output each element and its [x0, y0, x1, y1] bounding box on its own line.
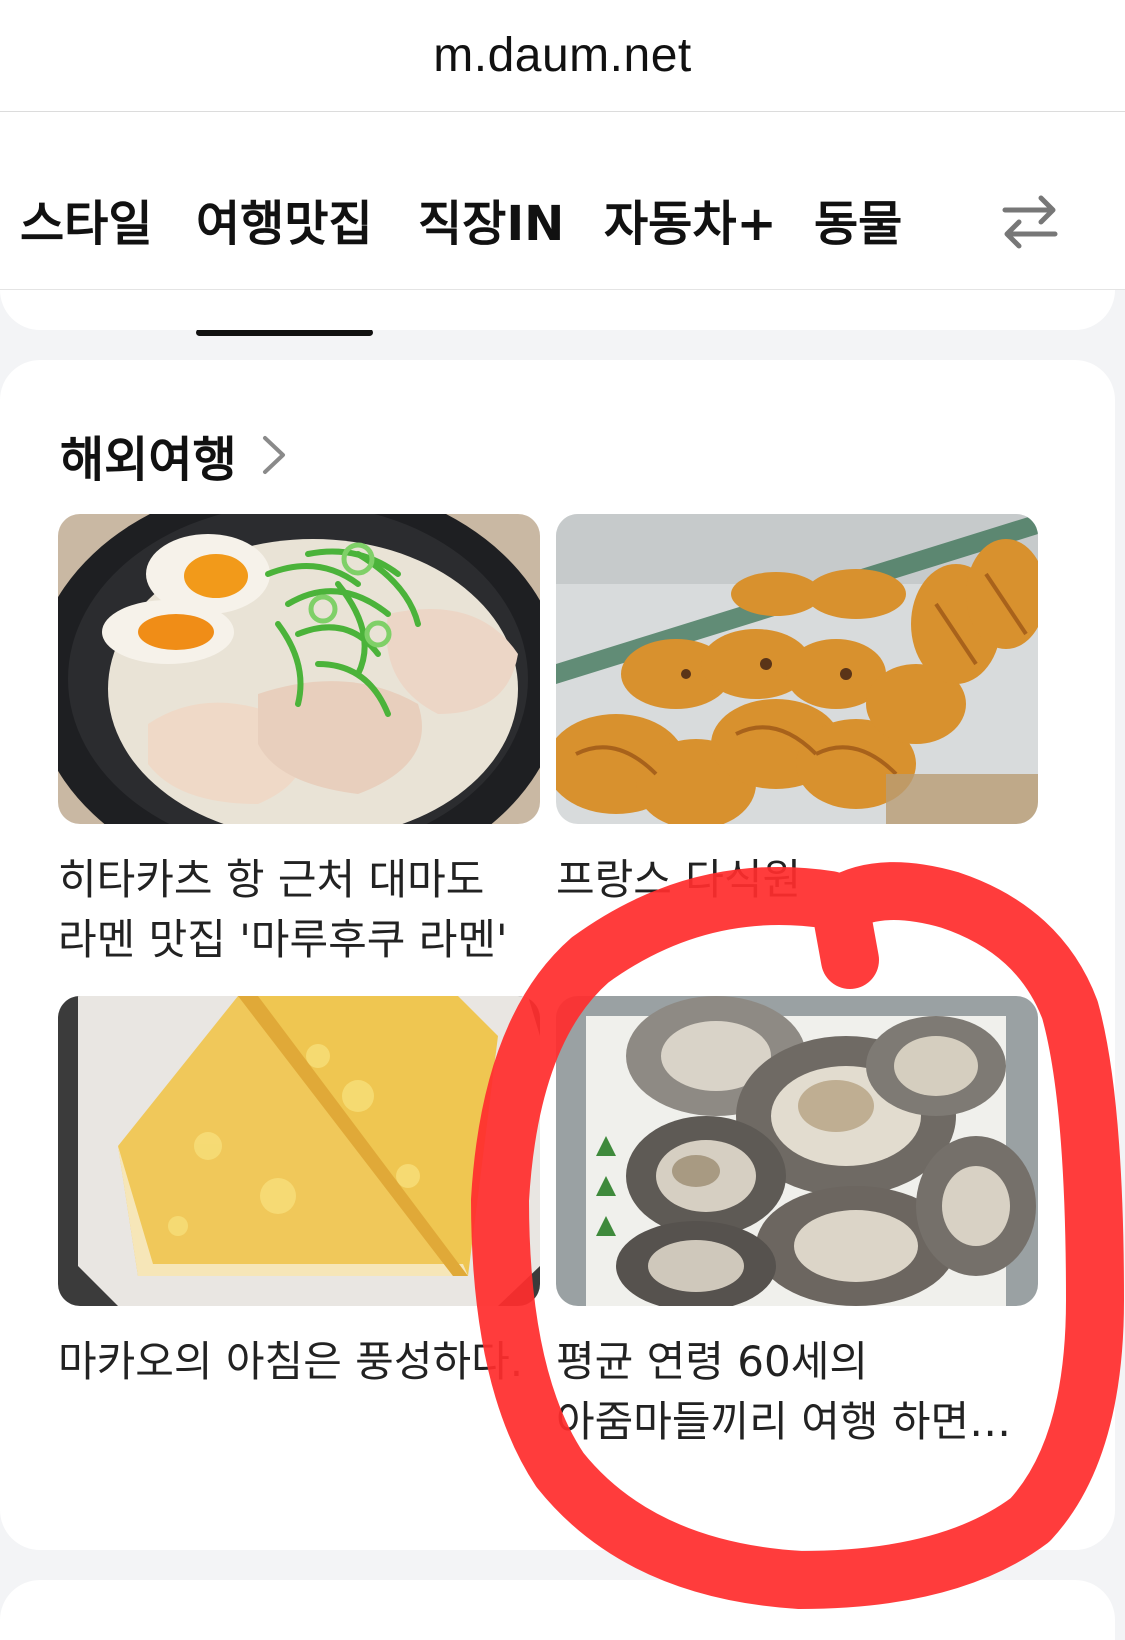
url-bar[interactable]: m.daum.net — [0, 0, 1125, 112]
article-caption: 마카오의 아침은 풍성하다. — [58, 1337, 524, 1386]
tab-work[interactable]: 직장IN — [418, 184, 564, 254]
tab-car[interactable]: 자동차+ — [604, 184, 777, 254]
tab-switch-icon[interactable] — [995, 186, 1065, 256]
tab-style[interactable]: 스타일 — [20, 184, 152, 254]
article-caption: 평균 연령 60세의 아줌마들끼리 여행 하면 생기는 일 — [556, 1337, 970, 1446]
article-item[interactable]: 히타카츠 항 근처 대마도 라멘 맛집 '마루후쿠 라멘' — [58, 514, 540, 970]
section-header[interactable]: 해외여행 — [60, 420, 289, 490]
article-item-highlighted[interactable]: 평균 연령 60세의 아줌마들끼리 여행 하면 생기는 일 — [556, 996, 1038, 1452]
oyster-thumbnail — [556, 996, 1038, 1306]
article-item[interactable]: 프랑스 다식원 — [556, 514, 1038, 910]
bakery-thumbnail — [556, 514, 1038, 824]
toast-thumbnail — [58, 996, 540, 1306]
article-item[interactable]: 마카오의 아침은 풍성하다. — [58, 996, 540, 1392]
url-text: m.daum.net — [433, 29, 692, 82]
section-title: 해외여행 — [60, 432, 237, 488]
ramen-thumbnail — [58, 514, 540, 824]
chevron-right-icon — [262, 436, 285, 474]
previous-card-edge — [0, 290, 1115, 330]
category-tab-bar: 스타일 여행맛집 직장IN 자동차+ 동물 — [0, 112, 1125, 336]
article-caption: 히타카츠 항 근처 대마도 라멘 맛집 '마루후쿠 라멘' — [58, 855, 508, 964]
tab-animal[interactable]: 동물 — [814, 184, 902, 254]
overseas-travel-card: 해외여행 히타카츠 항 근처 대마도 라멘 맛집 '마루후쿠 라멘' 프랑스 다… — [0, 360, 1115, 1550]
next-card-edge — [0, 1580, 1115, 1640]
tab-travel-food[interactable]: 여행맛집 — [196, 184, 373, 336]
article-caption: 프랑스 다식원 — [556, 855, 802, 904]
